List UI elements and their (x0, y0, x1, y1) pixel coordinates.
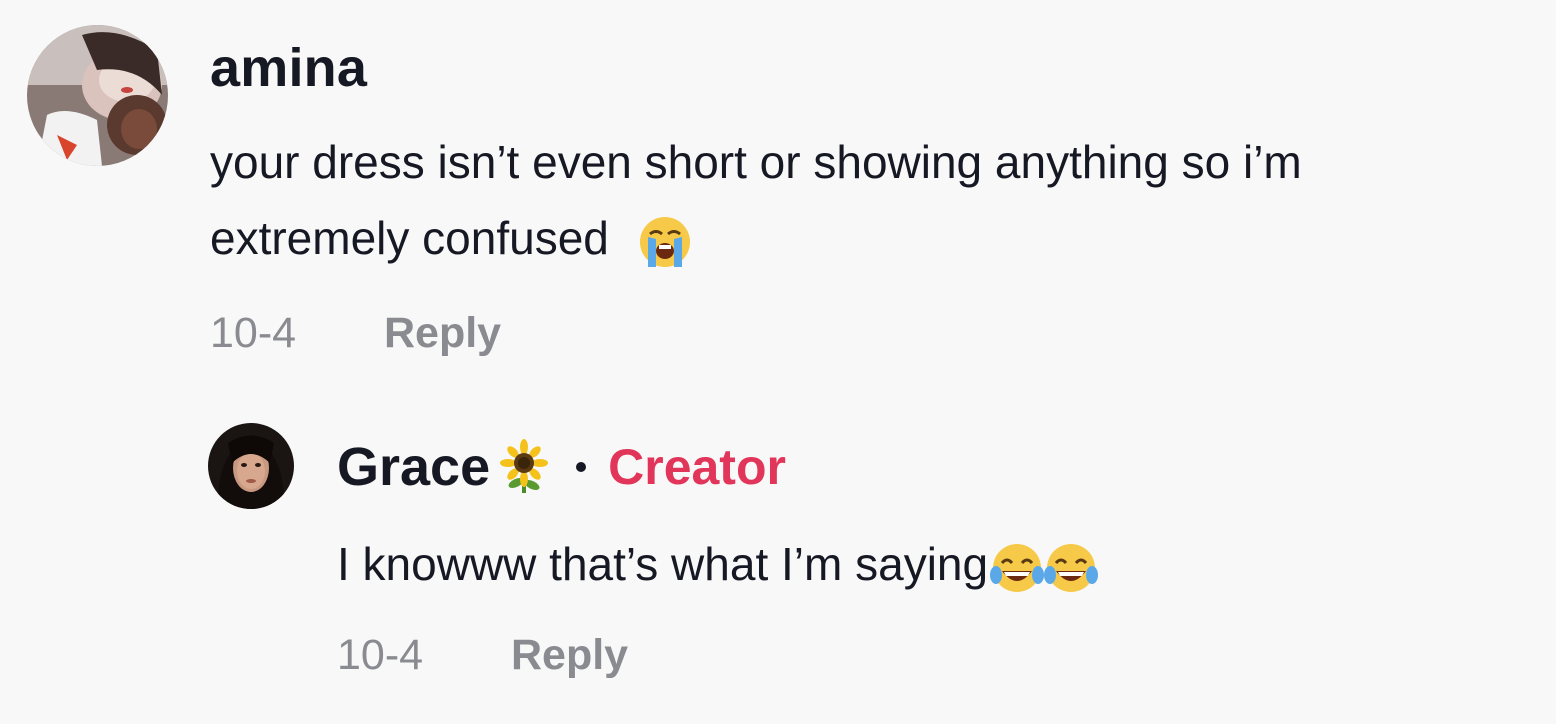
profile-photo-grace (208, 423, 294, 509)
avatar[interactable] (27, 25, 168, 166)
profile-photo-amina (27, 25, 168, 166)
separator-dot (576, 462, 587, 472)
reply-text-content: I knowww that’s what I’m saying (337, 538, 989, 590)
comment-date: 10-4 (210, 309, 297, 357)
reply-meta: 10-4 Reply (337, 630, 628, 680)
comment-text-line-2-text: extremely confused (210, 212, 609, 264)
loudly-crying-face-icon (638, 215, 692, 269)
comment-meta: 10-4 Reply (210, 308, 501, 358)
avatar[interactable] (208, 423, 294, 509)
face-with-tears-of-joy-icon (1044, 541, 1099, 595)
reply-header: Grace Creator (337, 437, 786, 497)
reply-button[interactable]: Reply (511, 630, 628, 680)
comment-text-line-1: your dress isn’t even short or showing a… (210, 136, 1302, 188)
reply-username[interactable]: Grace (337, 437, 490, 497)
comment-username[interactable]: amina (210, 38, 367, 98)
comment-text-line-2: extremely confused (210, 200, 1530, 276)
face-with-tears-of-joy-icon (990, 541, 1045, 595)
reply-date: 10-4 (337, 631, 424, 679)
reply-text: I knowww that’s what I’m saying (337, 526, 1099, 602)
creator-badge: Creator (608, 439, 786, 495)
reply-button[interactable]: Reply (384, 308, 501, 358)
sunflower-icon (496, 439, 552, 495)
comment-text: your dress isn’t even short or showing a… (210, 124, 1530, 276)
